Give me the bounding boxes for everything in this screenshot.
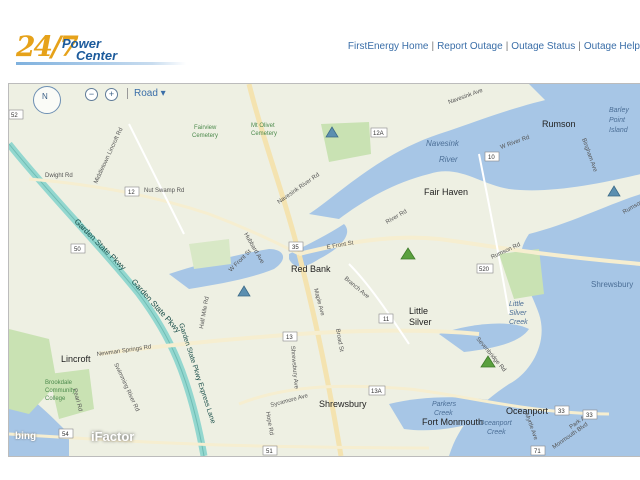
bing-logo: bing bbox=[15, 431, 37, 442]
label-op-creek-2: Creek bbox=[487, 429, 506, 436]
shield-12-text: 12 bbox=[128, 190, 135, 196]
label-olivet-cemetery: Cemetery bbox=[251, 131, 277, 137]
shield-50-text: 50 bbox=[74, 247, 81, 253]
shield-51-text: 51 bbox=[266, 449, 273, 455]
label-lincroft: Lincroft bbox=[61, 354, 91, 364]
label-fairview-cemetery: Cemetery bbox=[192, 133, 218, 139]
nav-report-outage[interactable]: Report Outage bbox=[437, 41, 503, 52]
shield-12a-text: 12A bbox=[373, 131, 384, 137]
shield-13-text: 13 bbox=[286, 335, 293, 341]
shield-10-text: 10 bbox=[488, 155, 495, 161]
nav-firstenergy-home[interactable]: FirstEnergy Home bbox=[348, 41, 429, 52]
map-style-selector[interactable]: Road ▾ bbox=[127, 88, 166, 99]
nav-outage-status[interactable]: Outage Status bbox=[511, 41, 575, 52]
shield-54-text: 54 bbox=[62, 432, 69, 438]
shield-33-b-text: 33 bbox=[586, 413, 593, 419]
label-ls-creek-3: Creek bbox=[509, 319, 528, 326]
nav-separator: | bbox=[505, 41, 509, 52]
label-rumson: Rumson bbox=[542, 119, 576, 129]
label-red-bank: Red Bank bbox=[291, 264, 331, 274]
shield-33-a-text: 33 bbox=[558, 409, 565, 415]
label-fairview: Fairview bbox=[194, 125, 217, 131]
label-fort-monmouth: Fort Monmouth bbox=[422, 417, 483, 427]
shield-11-text: 11 bbox=[383, 317, 390, 323]
label-navesink: Navesink bbox=[426, 139, 460, 148]
label-parkers-creek: Creek bbox=[434, 410, 453, 417]
label-little: Little bbox=[409, 306, 428, 316]
label-fair-haven: Fair Haven bbox=[424, 187, 468, 197]
shield-52-text: 52 bbox=[11, 113, 18, 119]
zoom-out-button[interactable]: − bbox=[85, 88, 98, 101]
top-navigation: FirstEnergy Home | Report Outage | Outag… bbox=[348, 41, 640, 52]
logo-swoosh bbox=[16, 62, 186, 65]
nav-outage-help[interactable]: Outage Help bbox=[584, 41, 640, 52]
shield-520-text: 520 bbox=[479, 267, 490, 273]
label-college: College bbox=[45, 396, 66, 402]
header: 24/7 Power Center FirstEnergy Home | Rep… bbox=[0, 0, 640, 80]
label-op-creek: Oceanport bbox=[479, 420, 513, 427]
map-style-label: Road ▾ bbox=[134, 88, 166, 100]
label-mt-olivet: Mt Olivet bbox=[251, 123, 275, 129]
shield-35-text: 35 bbox=[292, 245, 299, 251]
label-silver: Silver bbox=[409, 317, 432, 327]
label-barley: Barley bbox=[609, 107, 629, 114]
label-island: Island bbox=[609, 127, 629, 134]
label-river: River bbox=[439, 155, 458, 164]
map-canvas[interactable]: Red Bank Fair Haven Rumson Little Silver… bbox=[9, 84, 640, 456]
nav-separator: | bbox=[431, 41, 435, 52]
logo-center-text: Center bbox=[76, 48, 118, 63]
poweronline-logo[interactable]: 24/7 Power Center bbox=[16, 30, 206, 70]
label-ls-creek-2: Silver bbox=[509, 310, 527, 317]
outage-map[interactable]: Red Bank Fair Haven Rumson Little Silver… bbox=[8, 83, 640, 457]
label-dwight: Dwight Rd bbox=[45, 173, 73, 179]
ifactor-logo: iFactor bbox=[91, 429, 135, 444]
label-shrewsbury-river: Shrewsbury bbox=[591, 280, 633, 289]
label-nut-swamp: Nut Swamp Rd bbox=[144, 188, 184, 194]
label-community: Community bbox=[45, 388, 75, 394]
zoom-in-button[interactable]: + bbox=[105, 88, 118, 101]
label-point: Point bbox=[609, 117, 626, 124]
compass-rose[interactable]: N bbox=[33, 86, 61, 114]
label-ls-creek-1: Little bbox=[509, 301, 524, 308]
small-park bbox=[189, 239, 231, 269]
label-brookdale: Brookdale bbox=[45, 380, 73, 386]
compass-n-label: N bbox=[42, 92, 48, 101]
toolbar-divider bbox=[127, 88, 128, 99]
shield-71-text: 71 bbox=[534, 449, 541, 455]
shield-13a-text: 13A bbox=[371, 389, 382, 395]
label-parkers: Parkers bbox=[432, 401, 457, 408]
label-shrewsbury: Shrewsbury bbox=[319, 399, 367, 409]
nav-separator: | bbox=[578, 41, 581, 52]
